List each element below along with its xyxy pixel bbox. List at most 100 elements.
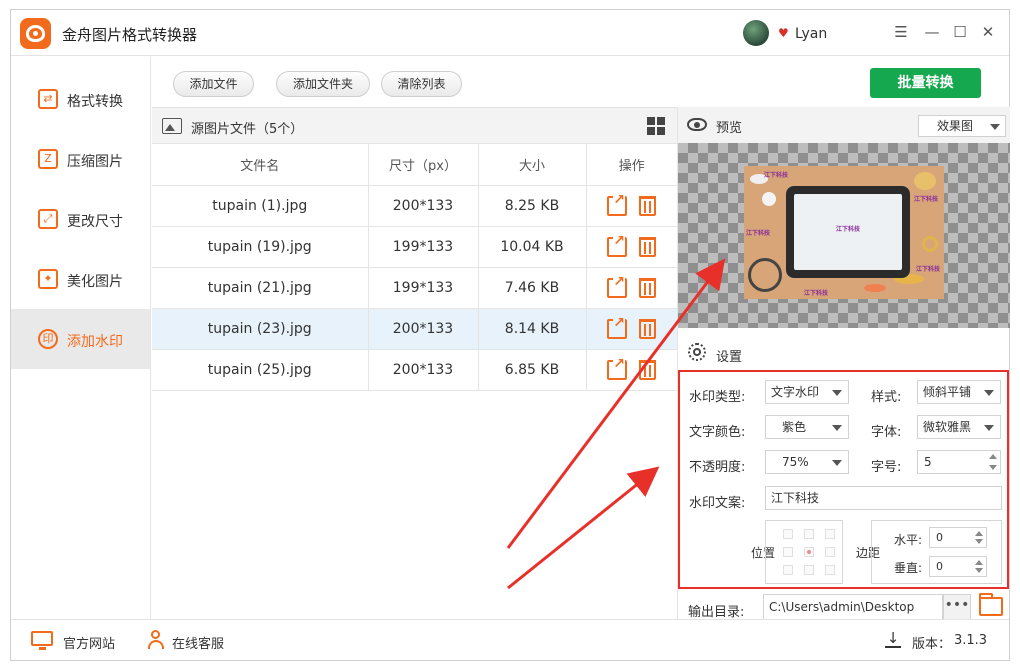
- file-size: 10.04 KB: [478, 226, 587, 268]
- delete-icon[interactable]: [639, 277, 657, 298]
- file-name: tupain (1).jpg: [152, 185, 369, 227]
- watermark-type-value: 文字水印: [771, 385, 820, 399]
- open-file-icon[interactable]: [607, 274, 628, 298]
- sidebar-item-watermark[interactable]: 印 添加水印: [11, 309, 150, 369]
- file-dimensions: 199*133: [368, 226, 479, 268]
- vertical-margin-value: 0: [936, 560, 943, 573]
- table-row[interactable]: tupain (25).jpg 200*133 6.85 KB: [152, 349, 677, 391]
- style-select[interactable]: 倾斜平铺: [917, 380, 1001, 404]
- table-row[interactable]: tupain (1).jpg 200*133 8.25 KB: [152, 185, 677, 227]
- stepper-down-icon[interactable]: [989, 465, 997, 470]
- output-dir-input[interactable]: C:\Users\admin\Desktop: [763, 594, 943, 620]
- position-cell[interactable]: [825, 529, 835, 539]
- position-grid: [765, 520, 843, 584]
- table-row[interactable]: tupain (21).jpg 199*133 7.46 KB: [152, 267, 677, 309]
- grid-view-icon[interactable]: [647, 117, 666, 136]
- opacity-value: 75%: [782, 455, 809, 469]
- batch-convert-button[interactable]: 批量转换: [870, 68, 981, 98]
- menu-icon[interactable]: ☰: [892, 23, 910, 41]
- file-size: 8.25 KB: [478, 185, 587, 227]
- position-cell[interactable]: [825, 547, 835, 557]
- style-value: 倾斜平铺: [923, 385, 972, 399]
- margin-box: 水平: 0 垂直: 0: [871, 520, 1002, 584]
- opacity-select[interactable]: 75%: [765, 450, 849, 474]
- text-color-select[interactable]: 紫色: [765, 415, 849, 439]
- vip-diamond-icon: ♥: [778, 26, 789, 40]
- watermark-settings-highlight: 水印类型: 文字水印 样式: 倾斜平铺 文字颜色: 紫色 字体: 微软雅黑 不透…: [678, 370, 1009, 589]
- preview-mode-select[interactable]: 效果图: [918, 115, 1006, 137]
- sidebar-item-label: 美化图片: [67, 274, 123, 290]
- position-cell[interactable]: [783, 529, 793, 539]
- chevron-down-icon: [984, 390, 994, 396]
- sidebar-item-resize[interactable]: ⤢ 更改尺寸: [11, 189, 150, 249]
- stepper-up-icon[interactable]: [989, 454, 997, 459]
- open-file-icon[interactable]: [607, 192, 628, 216]
- add-file-button[interactable]: 添加文件: [173, 71, 254, 97]
- add-folder-button[interactable]: 添加文件夹: [276, 71, 370, 97]
- position-cell[interactable]: [783, 565, 793, 575]
- support-agent-icon: [147, 630, 165, 650]
- file-dimensions: 199*133: [368, 267, 479, 309]
- font-select[interactable]: 微软雅黑: [917, 415, 1001, 439]
- minimize-button[interactable]: —: [923, 23, 941, 41]
- position-cell[interactable]: [825, 565, 835, 575]
- sidebar: ⇄ 格式转换 Z 压缩图片 ⤢ 更改尺寸 ✦ 美化图片 印 添加水印: [11, 57, 151, 619]
- preview-image: 江下科技 江下科技 江下科技 江下科技 江下科技 江下科技: [744, 166, 944, 299]
- resize-icon: ⤢: [38, 209, 58, 229]
- watermark-type-select[interactable]: 文字水印: [765, 380, 849, 404]
- settings-label: 设置: [716, 350, 743, 365]
- open-file-icon[interactable]: [607, 315, 628, 339]
- table-row-selected[interactable]: tupain (23).jpg 200*133 8.14 KB: [152, 308, 677, 350]
- version-label: 版本：: [912, 637, 952, 652]
- sidebar-item-label: 更改尺寸: [67, 214, 123, 230]
- column-header-actions: 操作: [586, 144, 677, 186]
- row-actions: [586, 267, 677, 309]
- folder-icon[interactable]: [979, 593, 1003, 616]
- maximize-button[interactable]: ☐: [951, 23, 969, 41]
- watermark-text: 江下科技: [916, 266, 941, 273]
- sidebar-item-format-convert[interactable]: ⇄ 格式转换: [11, 69, 150, 129]
- position-cell[interactable]: [783, 547, 793, 557]
- stepper-down-icon[interactable]: [975, 539, 983, 544]
- delete-icon[interactable]: [639, 318, 657, 339]
- position-cell-selected[interactable]: [804, 547, 814, 557]
- username[interactable]: Lyan: [795, 26, 827, 42]
- position-cell[interactable]: [804, 565, 814, 575]
- online-support-link[interactable]: 在线客服: [172, 633, 224, 652]
- text-color-value: 紫色: [782, 420, 807, 434]
- position-cell[interactable]: [804, 529, 814, 539]
- close-button[interactable]: ✕: [979, 23, 997, 41]
- open-file-icon[interactable]: [607, 356, 628, 380]
- status-bar: 官方网站 在线客服 ↓ 版本： 3.1.3: [11, 619, 1009, 660]
- user-avatar[interactable]: [743, 20, 769, 46]
- delete-icon[interactable]: [639, 359, 657, 380]
- horizontal-margin-stepper[interactable]: 0: [929, 527, 987, 548]
- watermark-text: 江下科技: [746, 230, 771, 237]
- font-size-stepper[interactable]: 5: [917, 450, 1001, 474]
- stepper-down-icon[interactable]: [975, 568, 983, 573]
- sidebar-item-compress[interactable]: Z 压缩图片: [11, 129, 150, 189]
- delete-icon[interactable]: [639, 236, 657, 257]
- preview-canvas: 江下科技 江下科技 江下科技 江下科技 江下科技 江下科技: [678, 143, 1010, 328]
- browse-button[interactable]: •••: [943, 594, 971, 620]
- sidebar-item-beautify[interactable]: ✦ 美化图片: [11, 249, 150, 309]
- right-panel: 预览 效果图 江下科技 江下科技 江下科技 江下科技 江下科技 江下科技 设置 …: [677, 107, 1010, 620]
- chevron-down-icon: [832, 425, 842, 431]
- table-row[interactable]: tupain (19).jpg 199*133 10.04 KB: [152, 226, 677, 268]
- delete-icon[interactable]: [639, 195, 657, 216]
- stepper-up-icon[interactable]: [975, 560, 983, 565]
- horizontal-margin-value: 0: [936, 531, 943, 544]
- open-file-icon[interactable]: [607, 233, 628, 257]
- official-website-link[interactable]: 官方网站: [63, 633, 115, 652]
- stepper-up-icon[interactable]: [975, 531, 983, 536]
- file-table: 文件名 尺寸（px） 大小 操作 tupain (1).jpg 200*133 …: [152, 144, 677, 391]
- download-icon[interactable]: ↓: [885, 630, 901, 648]
- style-label: 样式:: [871, 390, 902, 405]
- watermark-text-input[interactable]: 江下科技: [765, 486, 1002, 510]
- clear-list-button[interactable]: 清除列表: [381, 71, 462, 97]
- watermark-text: 江下科技: [804, 290, 829, 297]
- file-size: 7.46 KB: [478, 267, 587, 309]
- column-header-filename: 文件名: [152, 144, 369, 186]
- file-dimensions: 200*133: [368, 308, 479, 350]
- vertical-margin-stepper[interactable]: 0: [929, 556, 987, 577]
